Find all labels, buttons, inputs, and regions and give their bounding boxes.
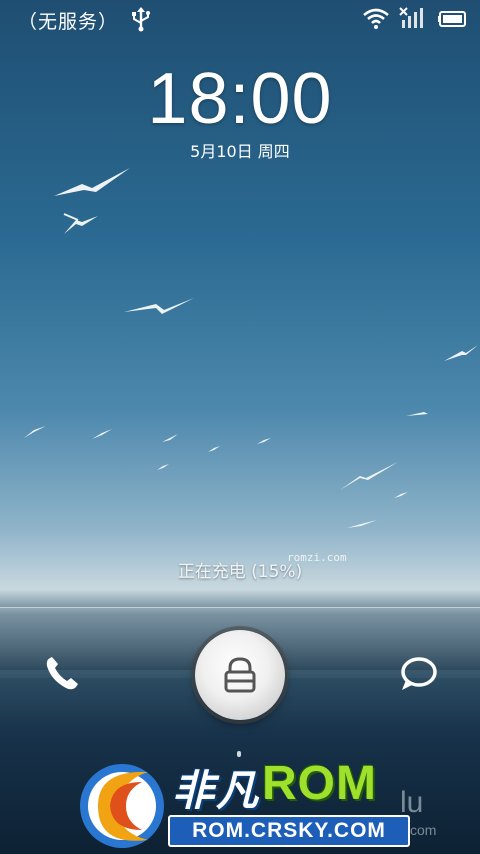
bird-icon bbox=[444, 345, 478, 361]
bird-icon bbox=[340, 462, 398, 490]
message-bubble-icon[interactable] bbox=[398, 654, 438, 694]
unlock-button[interactable] bbox=[195, 630, 285, 720]
lock-clock: 18:00 bbox=[147, 59, 333, 139]
bird-icon bbox=[92, 429, 112, 439]
lock-date: 5月10日 周四 bbox=[190, 142, 290, 161]
logo-brand-rom: ROM bbox=[262, 757, 377, 810]
unlock-lock-icon bbox=[224, 657, 256, 693]
bird-icon bbox=[394, 492, 408, 498]
bird-icon bbox=[162, 434, 178, 442]
bird-icon bbox=[257, 438, 271, 444]
phone-icon[interactable] bbox=[42, 654, 82, 694]
bird-icon bbox=[24, 426, 46, 438]
bird-icon bbox=[63, 213, 98, 234]
battery-icon bbox=[438, 11, 466, 27]
status-bar: （无服务） bbox=[0, 0, 480, 36]
bird-icon bbox=[54, 168, 130, 196]
logo-brand-cn: 非凡 bbox=[172, 766, 261, 815]
bird-icon bbox=[157, 464, 169, 470]
bird-icon bbox=[406, 402, 442, 416]
watermark-text: romzi.com bbox=[287, 551, 347, 564]
wifi-icon bbox=[363, 8, 389, 29]
bird-icon bbox=[347, 520, 377, 528]
bird-icon bbox=[124, 298, 194, 314]
carrier-label: （无服务） bbox=[18, 11, 119, 33]
watermark-ghost-text-2: com bbox=[410, 822, 437, 838]
usb-icon bbox=[132, 7, 150, 32]
bird-icon bbox=[208, 446, 220, 452]
charging-status: 正在充电 (15%) bbox=[177, 562, 303, 582]
no-signal-icon bbox=[399, 7, 423, 28]
watermark-ghost-text: lu bbox=[400, 786, 424, 819]
logo-url: ROM.CRSKY.COM bbox=[168, 815, 410, 847]
